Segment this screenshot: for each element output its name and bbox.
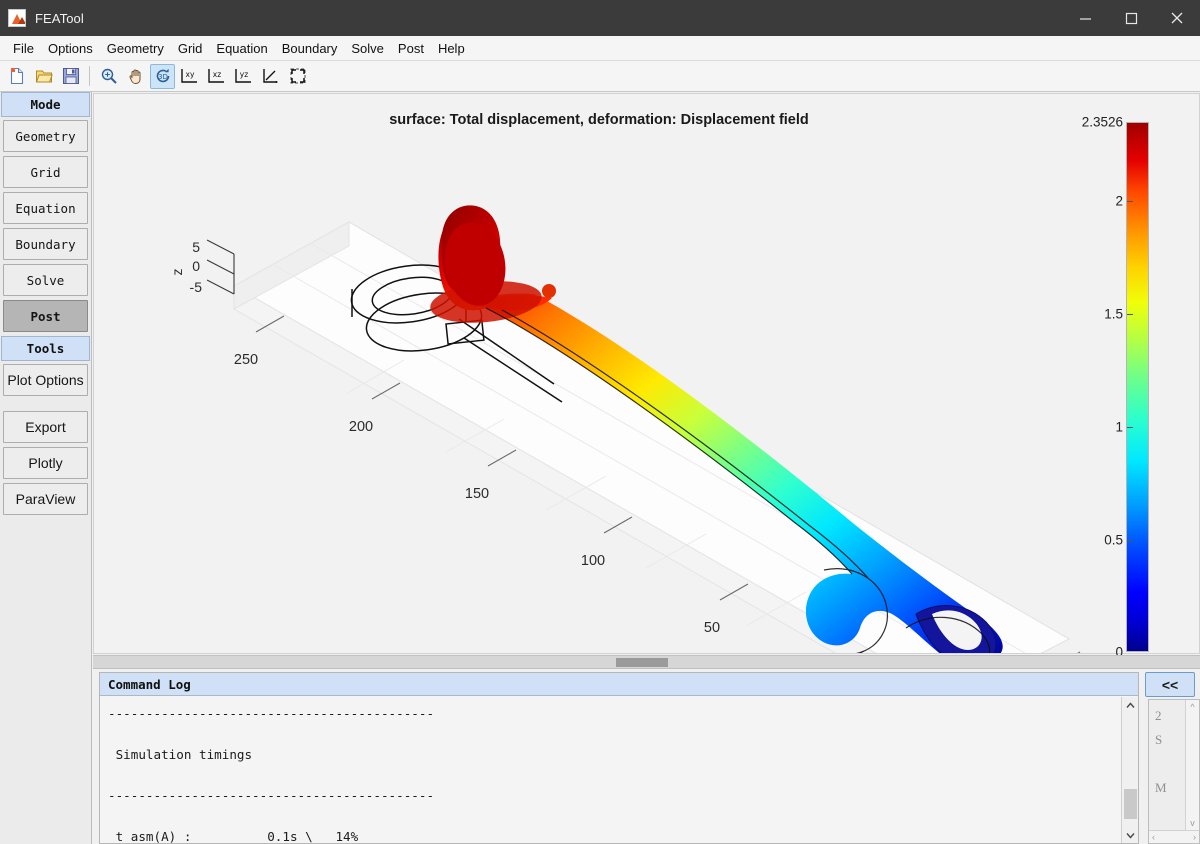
minimize-button[interactable] <box>1062 0 1108 36</box>
plot-3d-surface[interactable]: 5 0 -5 z 250 200 150 100 50 0 <box>94 94 1104 653</box>
sidebar: Mode Geometry Grid Equation Boundary Sol… <box>0 92 92 844</box>
hidden-fragment-2: S <box>1155 732 1163 747</box>
menu-solve[interactable]: Solve <box>344 38 391 59</box>
sidebar-item-solve[interactable]: Solve <box>3 264 88 296</box>
featool-window: FEATool File Options Geometry Grid Equat… <box>0 0 1200 844</box>
colorbar-tick-1-5: 1.5 <box>1104 306 1123 322</box>
svg-text:xz: xz <box>212 70 220 79</box>
hidden-side-panel[interactable]: 2 S M ^ v ‹ › <box>1148 699 1200 844</box>
colorbar: 2.3526 2 1.5 1 0.5 0 <box>1082 110 1191 660</box>
sidebar-item-plot-options[interactable]: Plot Options <box>3 364 88 396</box>
menu-help[interactable]: Help <box>431 38 472 59</box>
plot-log-splitter[interactable] <box>93 655 1200 669</box>
axis-button[interactable] <box>258 64 283 89</box>
svg-text:yz: yz <box>239 70 247 79</box>
svg-text:250: 250 <box>234 352 258 368</box>
svg-text:5: 5 <box>192 239 200 255</box>
view-yz-button[interactable]: yz <box>231 64 256 89</box>
hidden-scroll-down-icon[interactable]: v <box>1190 818 1195 828</box>
sidebar-item-equation[interactable]: Equation <box>3 192 88 224</box>
save-button[interactable] <box>58 64 83 89</box>
collapse-panel-button[interactable]: << <box>1145 672 1195 697</box>
hidden-scroll-right-icon[interactable]: › <box>1193 832 1196 842</box>
hidden-panel-fragments: 2 S M <box>1155 704 1179 800</box>
command-log-text[interactable]: ----------------------------------------… <box>100 697 1121 843</box>
colorbar-max-label: 2.3526 <box>1081 114 1123 130</box>
svg-text:200: 200 <box>349 419 373 435</box>
rotate-3d-button[interactable]: 3D <box>150 63 175 89</box>
hidden-fragment-3: M <box>1155 780 1167 795</box>
hidden-scroll-up-icon[interactable]: ^ <box>1190 702 1194 712</box>
sidebar-item-plotly[interactable]: Plotly <box>3 447 88 479</box>
menu-grid[interactable]: Grid <box>171 38 210 59</box>
scrollbar-thumb[interactable] <box>1124 789 1137 819</box>
close-button[interactable] <box>1154 0 1200 36</box>
hidden-fragment-1: 2 <box>1155 708 1162 723</box>
svg-text:50: 50 <box>704 620 720 636</box>
window-title: FEATool <box>35 10 84 26</box>
scroll-up-icon[interactable] <box>1122 697 1138 713</box>
colorbar-tick-1: 1 <box>1115 419 1123 435</box>
hidden-panel-vscrollbar[interactable]: ^ v <box>1185 700 1199 830</box>
window-controls <box>1062 0 1200 36</box>
svg-text:150: 150 <box>465 486 489 502</box>
menu-equation[interactable]: Equation <box>209 38 274 59</box>
fit-view-button[interactable] <box>285 64 310 89</box>
svg-text:3D: 3D <box>158 73 168 81</box>
sidebar-header-mode: Mode <box>1 92 90 117</box>
sidebar-item-paraview[interactable]: ParaView <box>3 483 88 515</box>
plot-axes-box: 5 0 -5 z 250 200 150 100 50 0 <box>169 221 1081 653</box>
svg-text:z: z <box>169 269 185 276</box>
colorbar-tick-0-5: 0.5 <box>1104 532 1123 548</box>
splitter-thumb[interactable] <box>616 658 668 667</box>
menu-boundary[interactable]: Boundary <box>275 38 345 59</box>
sidebar-item-boundary[interactable]: Boundary <box>3 228 88 260</box>
svg-text:-5: -5 <box>190 279 203 295</box>
colorbar-tick-2: 2 <box>1115 193 1123 209</box>
view-xz-button[interactable]: xz <box>204 64 229 89</box>
svg-text:100: 100 <box>581 553 605 569</box>
sidebar-item-geometry[interactable]: Geometry <box>3 120 88 152</box>
sidebar-item-post[interactable]: Post <box>3 300 88 332</box>
menu-post[interactable]: Post <box>391 38 431 59</box>
hidden-panel-hscrollbar[interactable]: ‹ › <box>1149 830 1199 843</box>
new-file-button[interactable] <box>4 64 29 89</box>
pan-hand-button[interactable] <box>123 64 148 89</box>
toolbar-separator <box>89 66 90 86</box>
command-log-panel: Command Log ----------------------------… <box>99 672 1139 844</box>
menu-options[interactable]: Options <box>41 38 100 59</box>
sidebar-item-export[interactable]: Export <box>3 411 88 443</box>
view-xy-button[interactable]: xy <box>177 64 202 89</box>
scroll-down-icon[interactable] <box>1122 827 1138 843</box>
svg-text:0: 0 <box>192 258 200 274</box>
sidebar-header-tools: Tools <box>1 336 90 361</box>
featool-logo-icon <box>8 9 26 27</box>
menu-geometry[interactable]: Geometry <box>100 38 171 59</box>
menu-bar: File Options Geometry Grid Equation Boun… <box>0 36 1200 61</box>
title-bar: FEATool <box>0 0 1200 36</box>
zoom-button[interactable] <box>96 64 121 89</box>
open-folder-button[interactable] <box>31 64 56 89</box>
toolbar: 3D xy xz yz <box>0 61 1200 92</box>
sidebar-item-grid[interactable]: Grid <box>3 156 88 188</box>
command-log-scrollbar[interactable] <box>1121 697 1138 843</box>
command-log-header: Command Log <box>100 673 1138 696</box>
plot-panel[interactable]: surface: Total displacement, deformation… <box>93 93 1200 660</box>
menu-file[interactable]: File <box>6 38 41 59</box>
hidden-scroll-left-icon[interactable]: ‹ <box>1152 832 1155 842</box>
maximize-button[interactable] <box>1108 0 1154 36</box>
svg-text:xy: xy <box>185 70 194 79</box>
